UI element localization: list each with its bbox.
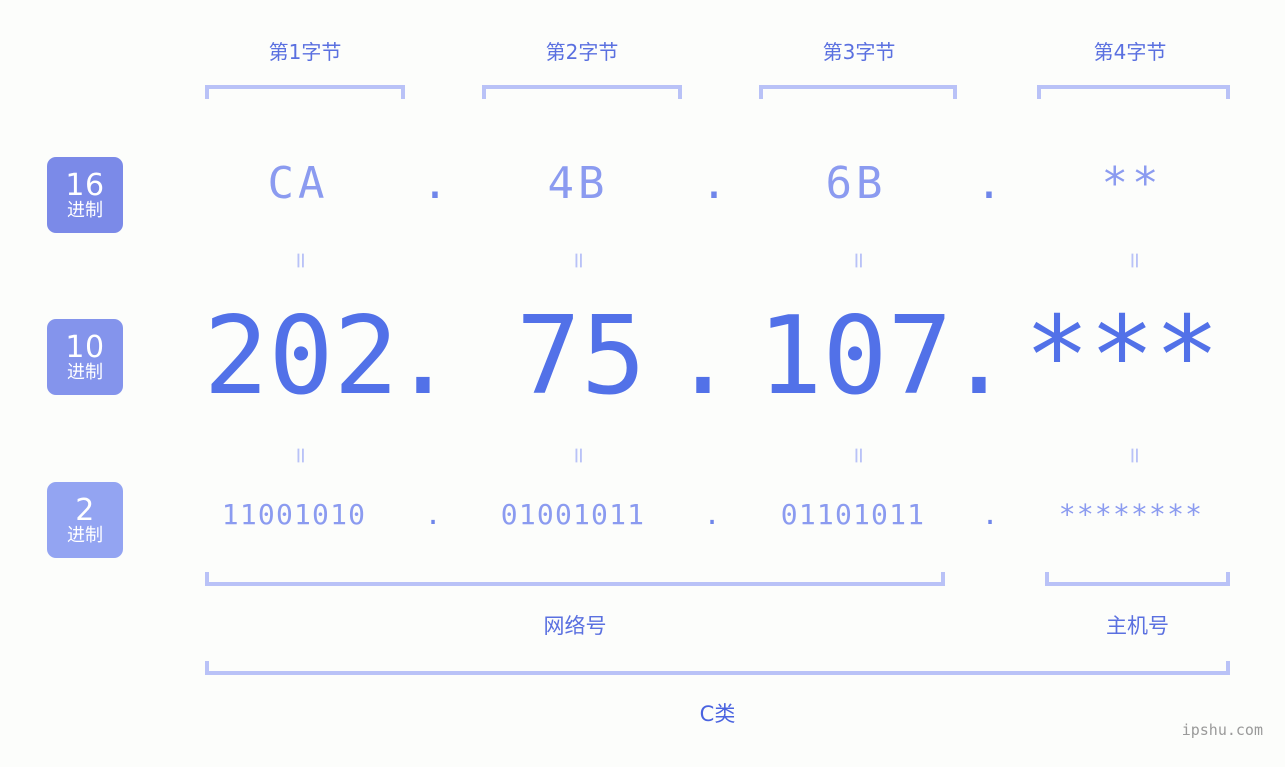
byte-bracket-2 bbox=[482, 85, 682, 99]
binary-octet-3: 01101011 bbox=[780, 498, 926, 531]
base-badge-binary: 2 进制 bbox=[47, 482, 123, 558]
binary-separator-1: . bbox=[424, 498, 442, 531]
equals-dec-bin-3: = bbox=[845, 446, 871, 465]
address-class-bracket bbox=[205, 661, 1230, 675]
hex-separator-2: . bbox=[700, 158, 728, 209]
equals-dec-bin-2: = bbox=[565, 446, 591, 465]
network-bracket bbox=[205, 572, 945, 586]
base-badge-decimal-system: 进制 bbox=[67, 361, 103, 383]
hex-octet-4: ** bbox=[1101, 158, 1163, 209]
byte-bracket-4 bbox=[1037, 85, 1230, 99]
byte-header-3: 第3字节 bbox=[822, 40, 896, 64]
equals-hex-dec-4: = bbox=[1121, 251, 1147, 270]
base-badge-decimal-number: 10 bbox=[65, 329, 105, 365]
site-watermark: ipshu.com bbox=[1181, 721, 1263, 739]
ip-address-breakdown-diagram: 第1字节 第2字节 第3字节 第4字节 16 进制 10 进制 2 进制 CA … bbox=[0, 0, 1285, 767]
byte-bracket-3 bbox=[759, 85, 957, 99]
decimal-octet-4: *** bbox=[1024, 293, 1220, 419]
hex-octet-2: 4B bbox=[547, 158, 609, 209]
equals-dec-bin-1: = bbox=[287, 446, 313, 465]
base-badge-binary-number: 2 bbox=[75, 492, 95, 528]
decimal-octet-1: 202 bbox=[203, 293, 399, 419]
equals-hex-dec-1: = bbox=[287, 251, 313, 270]
decimal-separator-1: . bbox=[390, 293, 456, 419]
network-part-label: 网络号 bbox=[543, 614, 607, 638]
base-badge-hex-number: 16 bbox=[65, 167, 105, 203]
byte-bracket-1 bbox=[205, 85, 405, 99]
binary-separator-2: . bbox=[703, 498, 721, 531]
hex-separator-1: . bbox=[421, 158, 449, 209]
decimal-octet-2: 75 bbox=[515, 293, 647, 419]
equals-dec-bin-4: = bbox=[1121, 446, 1147, 465]
hex-octet-3: 6B bbox=[825, 158, 887, 209]
decimal-octet-3: 107 bbox=[757, 293, 953, 419]
hex-octet-1: CA bbox=[267, 158, 329, 209]
base-badge-binary-system: 进制 bbox=[67, 524, 103, 546]
base-badge-decimal: 10 进制 bbox=[47, 319, 123, 395]
binary-octet-2: 01001011 bbox=[500, 498, 646, 531]
equals-hex-dec-3: = bbox=[845, 251, 871, 270]
base-badge-hex: 16 进制 bbox=[47, 157, 123, 233]
decimal-separator-2: . bbox=[670, 293, 736, 419]
host-bracket bbox=[1045, 572, 1230, 586]
hex-separator-3: . bbox=[975, 158, 1003, 209]
host-part-label: 主机号 bbox=[1106, 614, 1169, 638]
equals-hex-dec-2: = bbox=[565, 251, 591, 270]
byte-header-1: 第1字节 bbox=[268, 40, 342, 64]
decimal-separator-3: . bbox=[946, 293, 1012, 419]
binary-octet-4: ******** bbox=[1058, 498, 1204, 531]
binary-separator-3: . bbox=[981, 498, 999, 531]
base-badge-hex-system: 进制 bbox=[67, 199, 103, 221]
address-class-label: C类 bbox=[699, 702, 736, 726]
binary-octet-1: 11001010 bbox=[221, 498, 367, 531]
byte-header-4: 第4字节 bbox=[1093, 40, 1167, 64]
byte-header-2: 第2字节 bbox=[545, 40, 619, 64]
